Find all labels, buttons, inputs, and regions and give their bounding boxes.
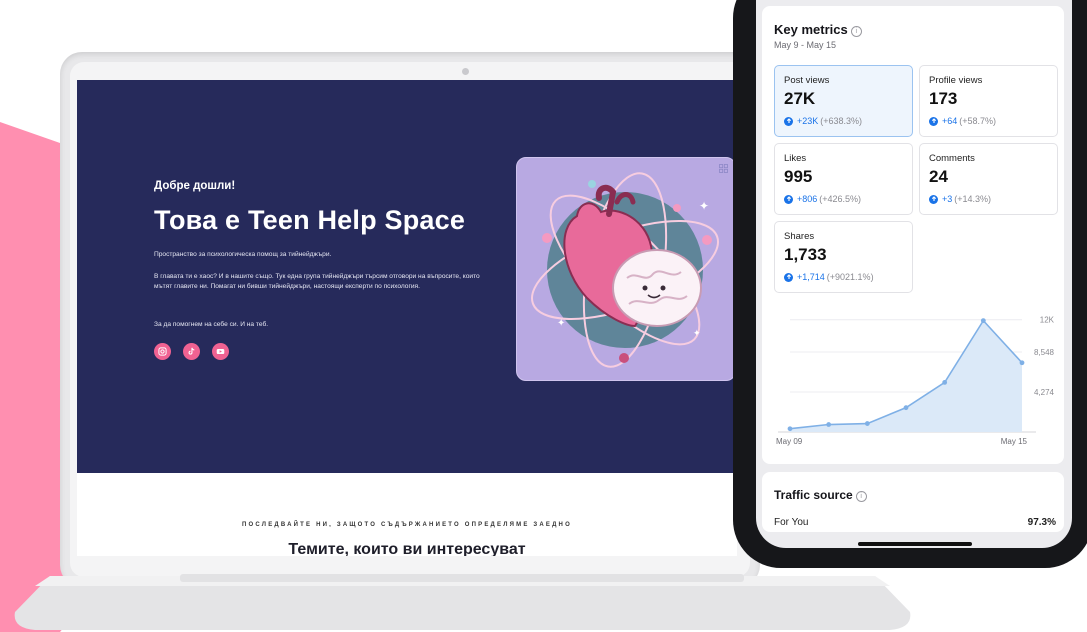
svg-text:✦: ✦ [693, 328, 701, 338]
tagline: Пространство за психологическа помощ за … [154, 251, 332, 258]
topics-heading: Темите, които ви интересуват [288, 541, 526, 556]
data-point [1019, 360, 1025, 366]
keyboard-edge [180, 574, 744, 582]
chart-area [790, 320, 1022, 432]
y-tick-label: 12K [1040, 316, 1055, 325]
welcome-text: Добре дошли! [154, 180, 236, 192]
youtube-icon[interactable] [212, 343, 229, 360]
data-point [942, 379, 948, 385]
y-tick-label: 8,548 [1034, 348, 1055, 357]
hero-section: Добре дошли! Това е Teen Help Space Прос… [77, 80, 737, 473]
x-tick-label: May 09 [776, 437, 803, 446]
intro-paragraph: В главата ти е хаос? И в нашите също. Ту… [154, 273, 480, 290]
laptop-screen: Добре дошли! Това е Teen Help Space Прос… [77, 80, 737, 556]
x-tick-label: May 15 [1001, 437, 1028, 446]
data-point [864, 421, 870, 426]
instagram-icon[interactable] [154, 343, 171, 360]
laptop-camera [462, 68, 469, 75]
data-point [826, 422, 832, 427]
site-title: Това е Teen Help Space [154, 205, 466, 235]
svg-text:✦: ✦ [557, 318, 565, 329]
traffic-source-title: Traffic source i [774, 488, 867, 502]
topics-section: ПОСЛЕДВАЙТЕ НИ, ЗАЩОТО СЪДЪРЖАНИЕТО ОПРЕ… [77, 473, 737, 556]
data-point [980, 318, 986, 324]
grid-icon [719, 164, 728, 173]
traffic-row-value: 97.3% [1027, 517, 1056, 528]
traffic-row-label: For You [774, 517, 809, 528]
svg-text:✦: ✦ [699, 199, 709, 213]
follow-us-text: ПОСЛЕДВАЙТЕ НИ, ЗАЩОТО СЪДЪРЖАНИЕТО ОПРЕ… [242, 522, 572, 528]
data-point [787, 426, 793, 432]
tiktok-icon[interactable] [183, 343, 200, 360]
home-indicator[interactable] [858, 542, 972, 546]
phone-screen: Key metrics i May 9 - May 15 Post views 27… [756, 0, 1072, 548]
data-point [903, 405, 909, 411]
traffic-row: For You 97.3% [774, 517, 1056, 528]
closing-line: За да помогнем на себе си. И на теб. [154, 321, 269, 328]
heart-brain-illustration: ✦ ✦ ✦ [516, 157, 736, 381]
info-icon[interactable]: i [855, 491, 867, 502]
social-links [154, 343, 229, 360]
post-views-chart: 12K 8,548 4,274 May 09 May 15 [776, 316, 1055, 446]
y-tick-label: 4,274 [1034, 388, 1055, 397]
